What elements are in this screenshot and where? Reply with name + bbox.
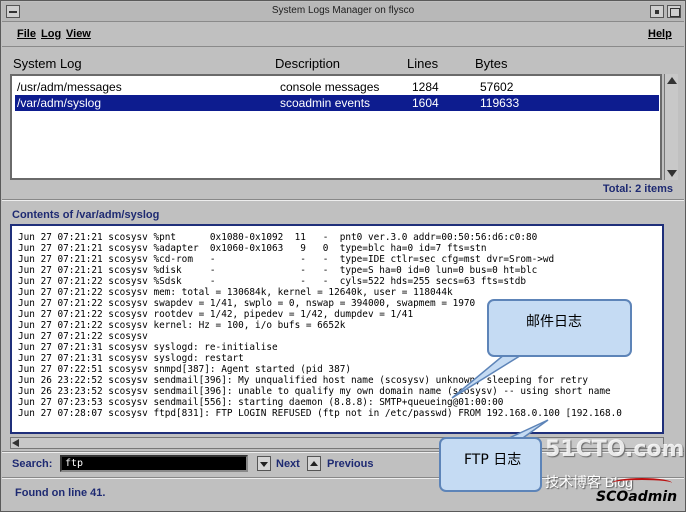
mail-log-callout-text: 邮件日志 xyxy=(526,314,582,330)
mail-log-callout: 邮件日志 xyxy=(487,299,632,357)
sco-admin-logo: SCOadmin xyxy=(596,489,678,505)
ftp-log-callout-text: FTP 日志 xyxy=(464,452,522,468)
sco-logo-swoosh xyxy=(612,478,672,488)
mail-callout-pointer xyxy=(451,353,526,399)
callout-pointers xyxy=(451,353,549,441)
site-watermark: 51CTO.com xyxy=(545,437,685,462)
ftp-log-callout: FTP 日志 xyxy=(439,437,542,492)
